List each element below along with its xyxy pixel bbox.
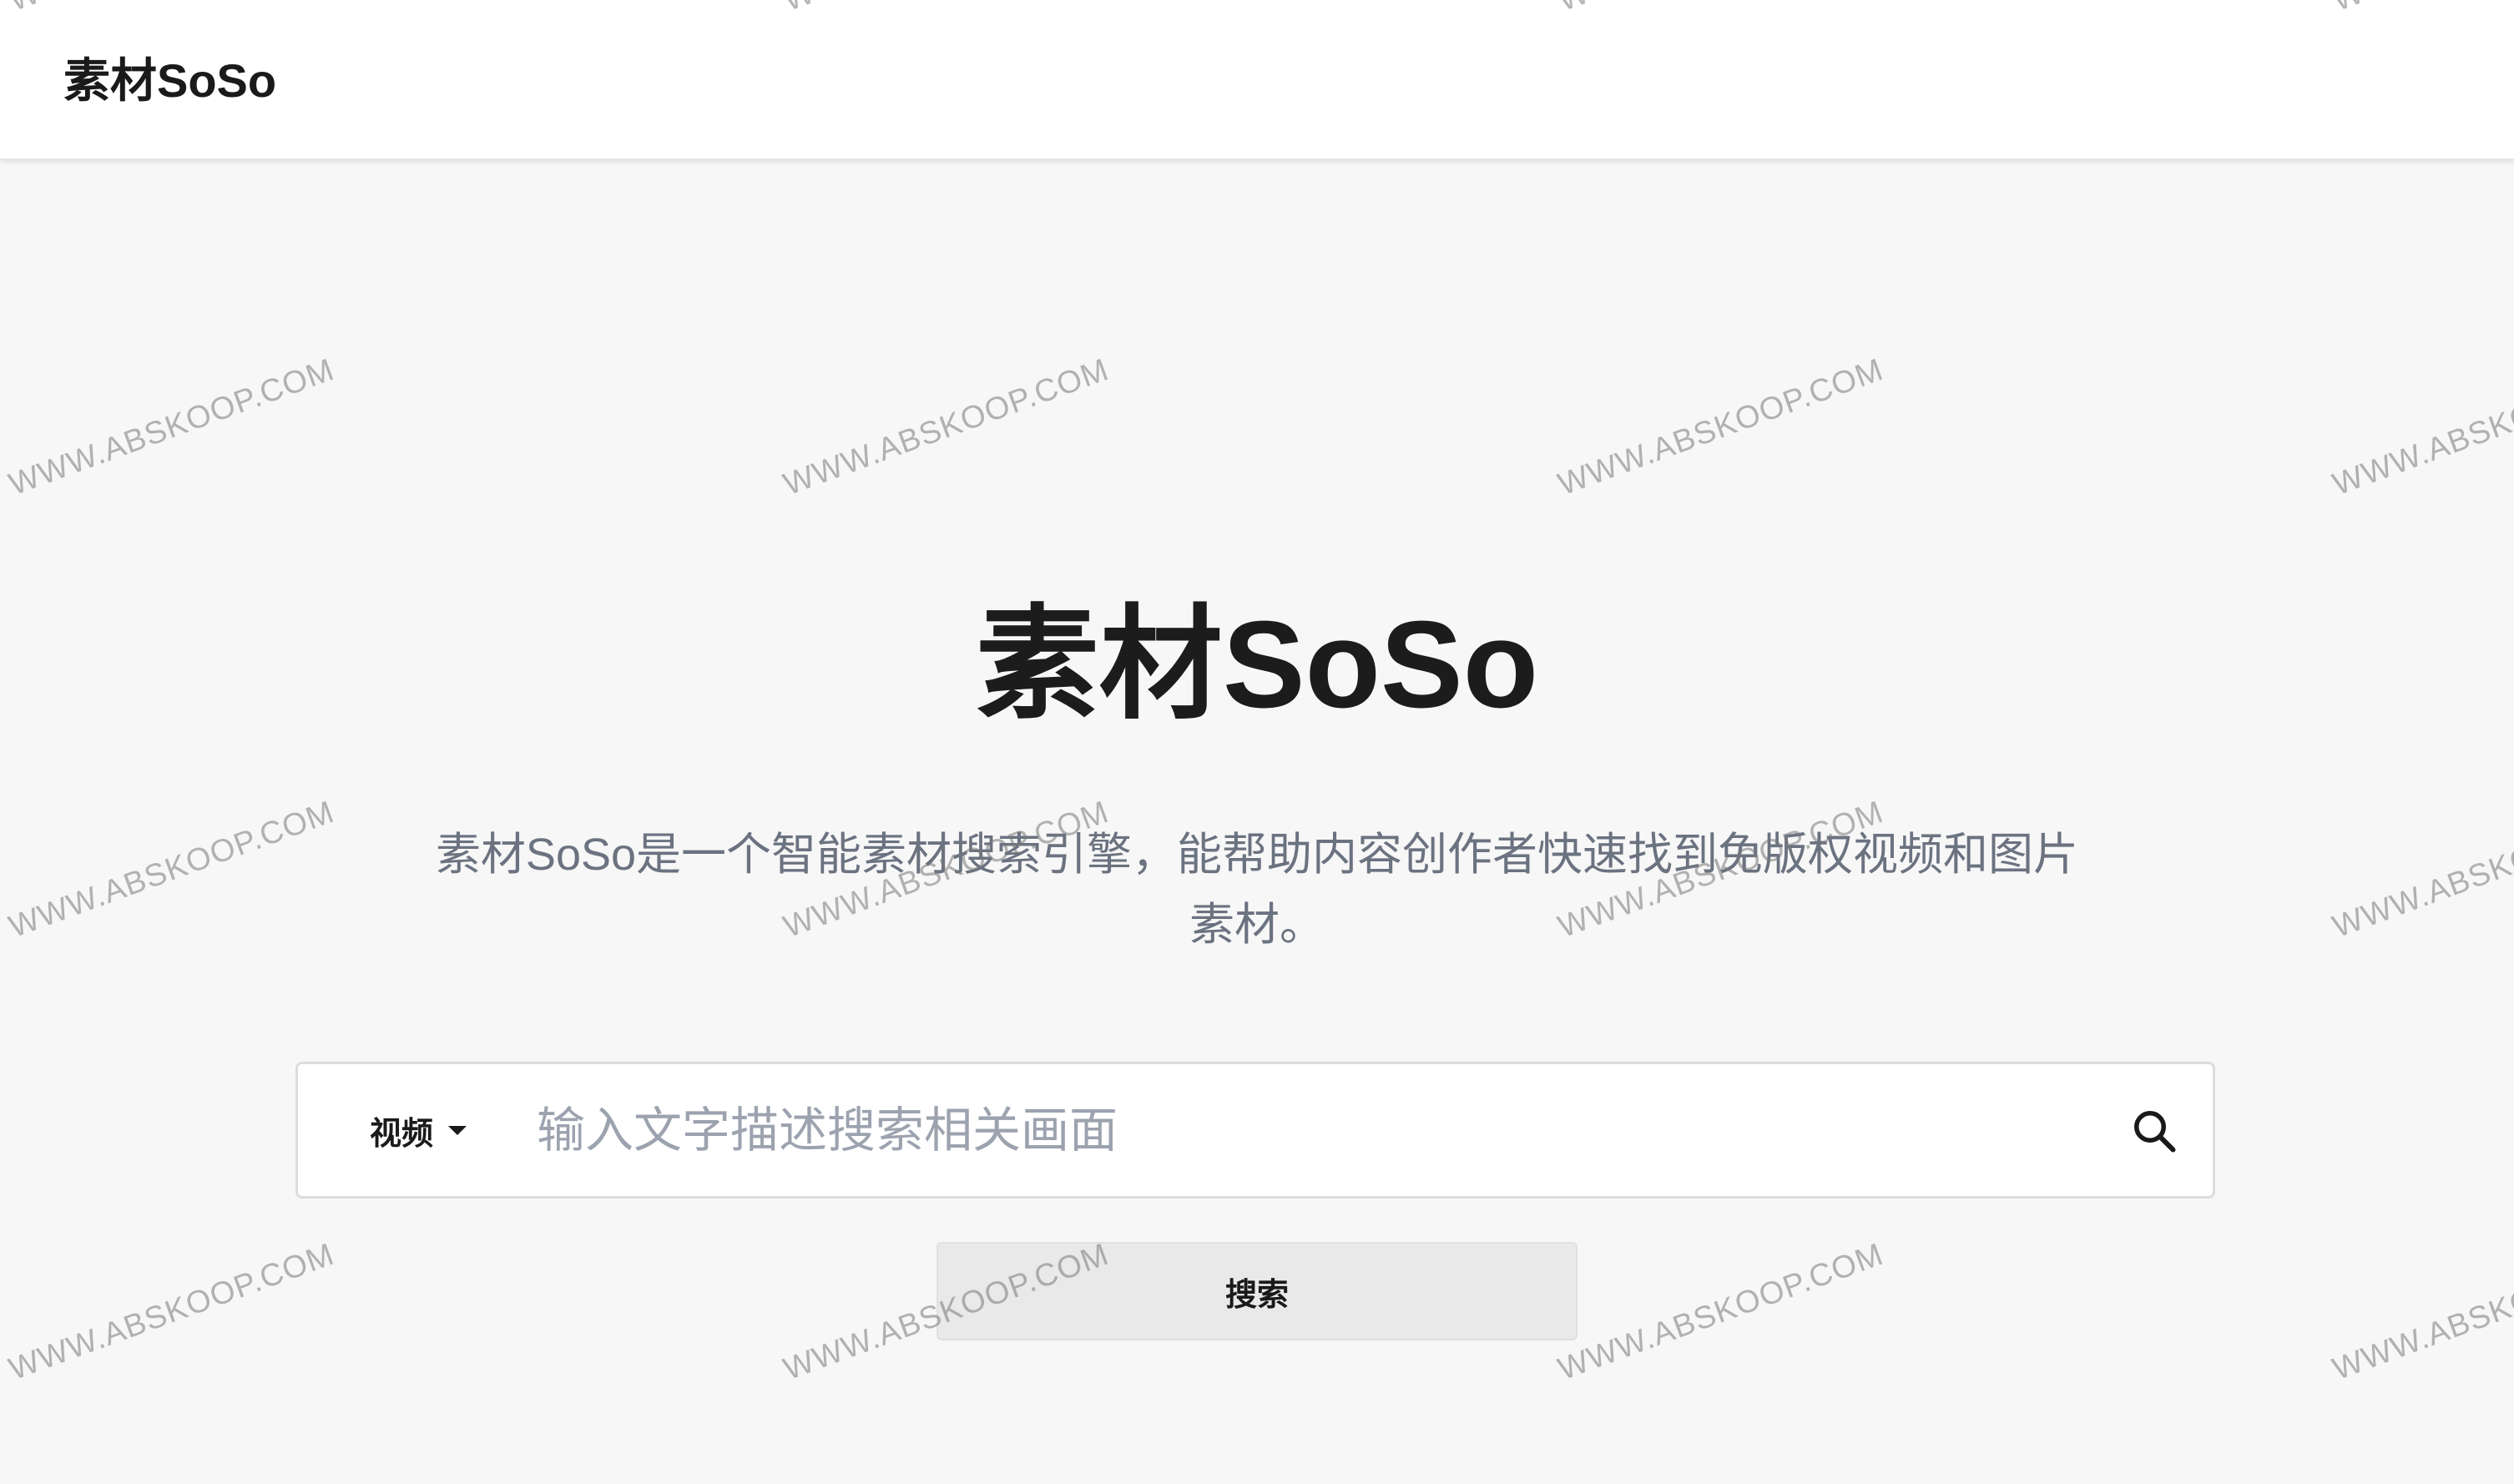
media-type-label: 视频	[370, 1116, 434, 1152]
watermark-text: WWW.ABSKOOP.COM	[779, 351, 1114, 503]
watermark-text: WWW.ABSKOOP.COM	[2328, 794, 2514, 946]
watermark-text: WWW.ABSKOOP.COM	[2328, 1236, 2514, 1388]
watermark-text: WWW.ABSKOOP.COM	[4, 351, 340, 503]
top-navbar: 素材SoSo	[0, 0, 2514, 160]
search-button[interactable]: 搜索	[936, 1242, 1578, 1340]
search-input[interactable]	[537, 1081, 2106, 1179]
media-type-dropdown[interactable]: 视频	[370, 1064, 467, 1196]
caret-down-icon	[448, 1125, 467, 1135]
watermark-text: WWW.ABSKOOP.COM	[1553, 1236, 1889, 1388]
watermark-text: WWW.ABSKOOP.COM	[4, 794, 340, 946]
brand-logo-text[interactable]: 素材SoSo	[63, 52, 276, 110]
watermark-text: WWW.ABSKOOP.COM	[1553, 351, 1889, 503]
watermark-text: WWW.ABSKOOP.COM	[4, 1236, 340, 1388]
page-description: 素材SoSo是一个智能素材搜索引擎，能帮助内容创作者快速找到免版权视频和图片素材…	[435, 830, 2079, 950]
page-title: 素材SoSo	[975, 596, 1539, 734]
watermark-text: WWW.ABSKOOP.COM	[2328, 351, 2514, 503]
search-icon[interactable]	[2129, 1106, 2179, 1156]
search-bar: 视频	[295, 1062, 2215, 1199]
